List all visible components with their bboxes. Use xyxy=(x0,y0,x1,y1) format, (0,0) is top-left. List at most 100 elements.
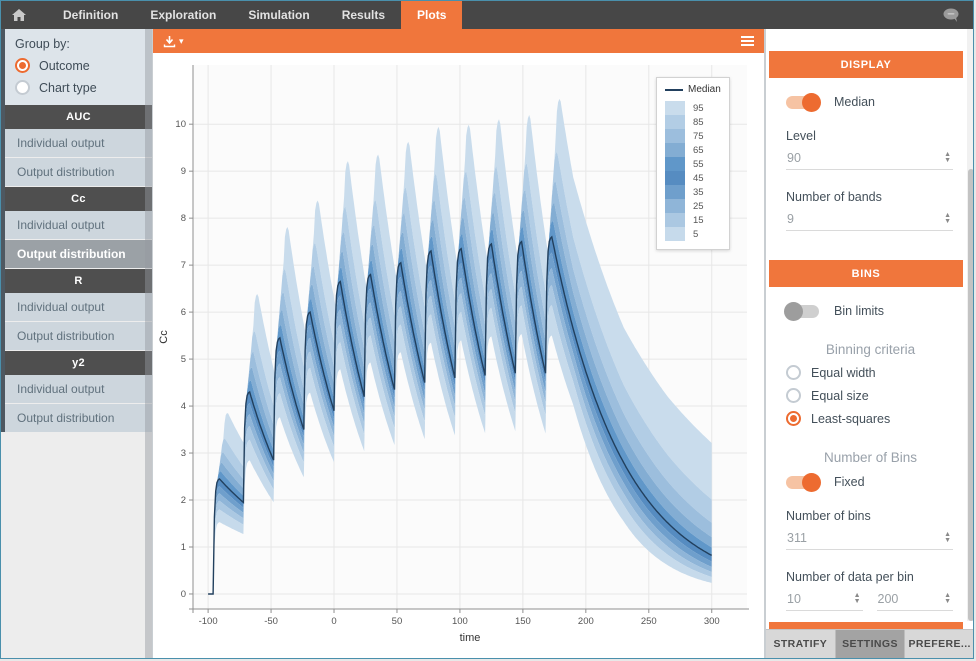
settings-scrollbar[interactable] xyxy=(967,29,974,621)
axis-tick-label: -50 xyxy=(264,616,278,627)
median-toggle[interactable] xyxy=(786,96,819,109)
settings-panel: DISPLAY Median Level 90 ▲▼ Number of ban… xyxy=(766,29,974,658)
band-swatch xyxy=(665,129,685,143)
axis-tick-label: 1 xyxy=(181,542,186,553)
top-navbar: Definition Exploration Simulation Result… xyxy=(1,1,973,29)
sidebar-item-auc-output-distribution[interactable]: Output distribution xyxy=(5,158,152,186)
stepper-down-icon[interactable]: ▼ xyxy=(944,599,951,605)
sidebar-item-cc-output-distribution[interactable]: Output distribution xyxy=(5,240,152,268)
number-of-bands-field[interactable]: 9 ▲▼ xyxy=(786,208,953,231)
radio-equal-width[interactable] xyxy=(786,365,801,380)
sidebar-scrollbar[interactable] xyxy=(145,29,152,658)
data-per-bin-max-stepper[interactable]: ▲▼ xyxy=(944,593,951,605)
sidebar-item-y2-output-distribution[interactable]: Output distribution xyxy=(5,404,152,432)
criteria-option-equal-size[interactable]: Equal size xyxy=(786,388,974,403)
criteria-option-least-squares[interactable]: Least-squares xyxy=(786,411,974,426)
scrollbar-thumb[interactable] xyxy=(968,169,974,621)
axis-tick-label: 6 xyxy=(181,307,186,318)
sidebar-item-r-individual-output[interactable]: Individual output xyxy=(5,293,152,321)
group-by-option-chart-type[interactable]: Chart type xyxy=(15,80,142,95)
stepper-down-icon[interactable]: ▼ xyxy=(944,158,951,164)
criteria-option-equal-width[interactable]: Equal width xyxy=(786,365,974,380)
tab-settings[interactable]: SETTINGS xyxy=(836,630,906,658)
home-button[interactable] xyxy=(11,8,27,22)
data-per-bin-min-value[interactable]: 10 xyxy=(787,592,801,606)
legend-band-row: 95 xyxy=(665,101,721,115)
tab-stratify[interactable]: STRATIFY xyxy=(766,630,836,658)
sidebar-item-auc-individual-output[interactable]: Individual output xyxy=(5,129,152,157)
legend-band-row: 15 xyxy=(665,213,721,227)
level-stepper[interactable]: ▲▼ xyxy=(944,152,951,164)
band-label: 45 xyxy=(685,173,704,184)
group-by-option-outcome[interactable]: Outcome xyxy=(15,58,142,73)
axis-tick-label: 150 xyxy=(515,616,531,627)
axis-tick-label: 0 xyxy=(181,589,186,600)
axis-tick-label: -100 xyxy=(199,616,218,627)
band-label: 55 xyxy=(685,159,704,170)
legend-band-row: 45 xyxy=(665,171,721,185)
data-per-bin-max-field[interactable]: 200 ▲▼ xyxy=(877,588,954,611)
level-label: Level xyxy=(786,129,974,143)
stepper-down-icon[interactable]: ▼ xyxy=(944,538,951,544)
axis-tick-label: 9 xyxy=(181,166,186,177)
sidebar-item-r-output-distribution[interactable]: Output distribution xyxy=(5,322,152,350)
radio-outcome[interactable] xyxy=(15,58,30,73)
chart-menu-button[interactable] xyxy=(741,36,754,46)
y-axis-label: Cc xyxy=(158,330,170,344)
section-header-auc: AUC xyxy=(5,105,152,129)
nav-tab-simulation[interactable]: Simulation xyxy=(232,1,325,29)
bins-count-stepper[interactable]: ▲▼ xyxy=(944,532,951,544)
tab-preferences[interactable]: PREFERE... xyxy=(905,630,974,658)
download-icon xyxy=(163,35,176,48)
sidebar-item-y2-individual-output[interactable]: Individual output xyxy=(5,375,152,403)
number-of-bins-field[interactable]: 311 ▲▼ xyxy=(786,527,953,550)
radio-chart-type-label: Chart type xyxy=(39,81,97,95)
level-value[interactable]: 90 xyxy=(787,151,801,165)
axis-tick-label: 5 xyxy=(181,354,186,365)
data-per-bin-min-field[interactable]: 10 ▲▼ xyxy=(786,588,863,611)
nav-tab-results[interactable]: Results xyxy=(326,1,401,29)
band-swatch xyxy=(665,101,685,115)
nav-tab-exploration[interactable]: Exploration xyxy=(134,1,232,29)
number-of-bins-value[interactable]: 311 xyxy=(787,531,807,545)
band-swatch xyxy=(665,171,685,185)
chart-toolbar: ▾ xyxy=(153,29,764,53)
axis-tick-label: 50 xyxy=(392,616,403,627)
legend-band-row: 55 xyxy=(665,157,721,171)
chart-legend: Median 95 85 75 65 55 45 35 25 15 5 xyxy=(656,77,730,250)
equal-size-label: Equal size xyxy=(811,389,869,403)
number-of-bands-value[interactable]: 9 xyxy=(787,212,794,226)
fixed-toggle[interactable] xyxy=(786,476,819,489)
sidebar-item-cc-individual-output[interactable]: Individual output xyxy=(5,211,152,239)
legend-band-row: 5 xyxy=(665,227,721,241)
radio-outcome-label: Outcome xyxy=(39,59,90,73)
speech-bubble-icon xyxy=(942,7,961,23)
bins-section-header: BINS xyxy=(769,260,963,287)
nav-tab-definition[interactable]: Definition xyxy=(47,1,134,29)
axis-tick-label: 100 xyxy=(452,616,468,627)
median-toggle-row: Median xyxy=(786,95,974,109)
bands-stepper[interactable]: ▲▼ xyxy=(944,213,951,225)
radio-least-squares[interactable] xyxy=(786,411,801,426)
data-per-bin-max-value[interactable]: 200 xyxy=(878,592,899,606)
stepper-down-icon[interactable]: ▼ xyxy=(854,599,861,605)
radio-equal-size[interactable] xyxy=(786,388,801,403)
feedback-button[interactable] xyxy=(942,7,961,23)
display-section-header: DISPLAY xyxy=(769,51,963,78)
bin-limits-toggle[interactable] xyxy=(786,305,819,318)
nav-tab-plots[interactable]: Plots xyxy=(401,1,462,29)
caret-down-icon: ▾ xyxy=(179,36,184,47)
stepper-down-icon[interactable]: ▼ xyxy=(944,219,951,225)
data-per-bin-min-stepper[interactable]: ▲▼ xyxy=(854,593,861,605)
radio-chart-type[interactable] xyxy=(15,80,30,95)
axis-tick-label: 200 xyxy=(578,616,594,627)
equal-width-label: Equal width xyxy=(811,366,876,380)
level-field[interactable]: 90 ▲▼ xyxy=(786,147,953,170)
band-label: 15 xyxy=(685,215,704,226)
legend-median-entry: Median xyxy=(665,84,721,95)
axis-tick-label: 0 xyxy=(331,616,336,627)
chart-card: ▾ 012345678910-100-50050100150200250300C… xyxy=(153,29,764,658)
binning-criteria-heading: Binning criteria xyxy=(766,342,974,357)
band-swatch xyxy=(665,213,685,227)
export-button[interactable]: ▾ xyxy=(163,35,184,48)
